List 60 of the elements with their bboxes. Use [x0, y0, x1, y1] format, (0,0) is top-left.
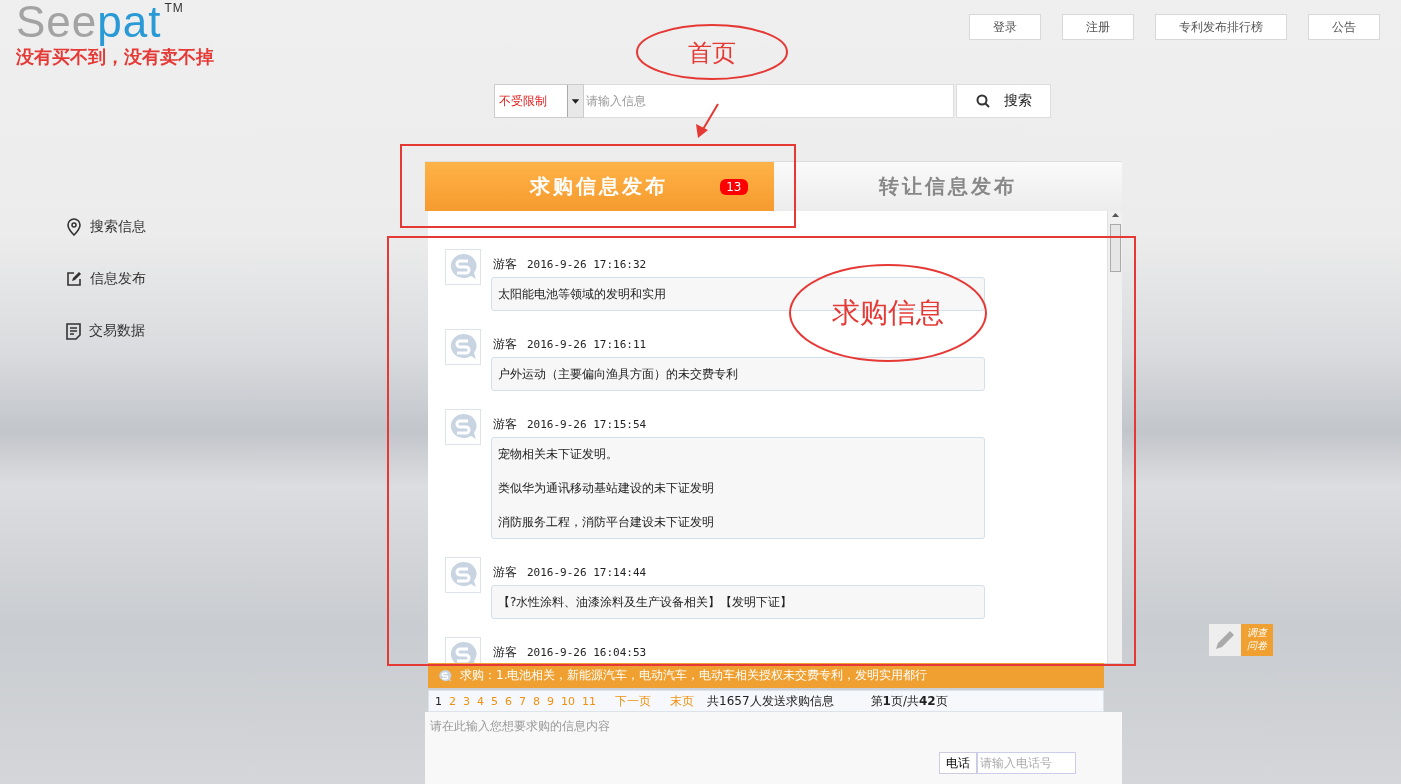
- message-text: 太阳能电池等领域的发明和实用: [498, 286, 667, 302]
- page-link[interactable]: 8: [533, 694, 540, 708]
- page-link[interactable]: 10: [561, 694, 575, 708]
- page-link[interactable]: 11: [582, 694, 596, 708]
- nav-button[interactable]: 注册: [1062, 14, 1134, 40]
- scroll-up-arrow-icon[interactable]: [1110, 211, 1120, 220]
- user-name: 游客: [493, 563, 517, 581]
- document-icon: [66, 322, 81, 340]
- scrollbar-thumb[interactable]: [1109, 224, 1121, 272]
- sidebar-item[interactable]: 搜索信息: [66, 217, 425, 237]
- page-link[interactable]: 3: [463, 694, 470, 708]
- annotation-label: 首页: [688, 39, 736, 67]
- user-name: 游客: [493, 335, 517, 353]
- scope-select[interactable]: 不受限制: [494, 84, 584, 118]
- nav-button[interactable]: 登录: [969, 14, 1041, 40]
- tab[interactable]: 求购信息发布 13: [425, 161, 774, 211]
- message-text: 宠物相关未下证发明。: [498, 446, 619, 462]
- annotation-label: 求购信息: [832, 296, 944, 329]
- user-name: 游客: [493, 415, 517, 433]
- nav-button[interactable]: 公告: [1308, 14, 1380, 40]
- message-text: 【?水性涂料、油漆涂料及生产设备相关】【发明下证】: [498, 594, 794, 610]
- message-text: 类似华为通讯移动基站建设的未下证发明: [498, 480, 715, 496]
- edit-icon: [66, 271, 82, 287]
- message-time: 2016-9-26 16:04:53: [527, 645, 647, 659]
- phone-field[interactable]: 请输入电话号: [977, 752, 1076, 774]
- message-input[interactable]: 请在此输入您想要求购的信息内容: [425, 712, 1122, 752]
- sidebar-item[interactable]: 信息发布: [66, 269, 425, 289]
- sidebar-item[interactable]: 交易数据: [66, 321, 425, 341]
- page-link[interactable]: 6: [505, 694, 512, 708]
- page-link[interactable]: 4: [477, 694, 484, 708]
- last-page-link[interactable]: 末页: [670, 692, 694, 710]
- search-field[interactable]: 请输入信息: [584, 84, 954, 118]
- search-button[interactable]: 搜索: [956, 84, 1051, 118]
- chat-icon: [438, 668, 452, 683]
- page-link[interactable]: 2: [449, 694, 456, 708]
- page-link[interactable]: 9: [547, 694, 554, 708]
- search-icon: [975, 94, 990, 108]
- pencil-icon: [1213, 628, 1237, 652]
- message-time: 2016-9-26 17:15:54: [527, 417, 647, 431]
- message-text: 户外运动（主要偏向渔具方面）的未交费专利: [498, 366, 739, 382]
- slogan: 没有买不到，没有卖不掉: [16, 46, 214, 69]
- nav-button[interactable]: 专利发布排行榜: [1155, 14, 1287, 40]
- annotation-arrow: [696, 103, 719, 138]
- scrollbar[interactable]: [1107, 211, 1122, 663]
- message-time: 2016-9-26 17:14:44: [527, 565, 647, 579]
- user-name: 游客: [493, 643, 517, 661]
- message-time: 2016-9-26 17:16:32: [527, 257, 647, 271]
- user-name: 游客: [493, 255, 517, 273]
- message-text: 消防服务工程，消防平台建设未下证发明: [498, 514, 715, 530]
- ticker-text: 求购：1.电池相关，新能源汽车，电动汽车，电动车相关授权未交费专利，发明实用都行: [460, 667, 928, 684]
- page-info: 第1页/共42页: [870, 692, 948, 710]
- message-time: 2016-9-26 17:16:11: [527, 337, 647, 351]
- phone-label: 电话: [939, 752, 977, 774]
- page-link[interactable]: 1: [435, 694, 442, 708]
- total-text: 共1657人发送求购信息: [707, 692, 834, 710]
- count-badge: 13: [720, 179, 748, 195]
- page-link[interactable]: 5: [491, 694, 498, 708]
- next-page-link[interactable]: 下一页: [615, 692, 651, 710]
- location-pin-icon: [66, 218, 82, 236]
- page-link[interactable]: 7: [519, 694, 526, 708]
